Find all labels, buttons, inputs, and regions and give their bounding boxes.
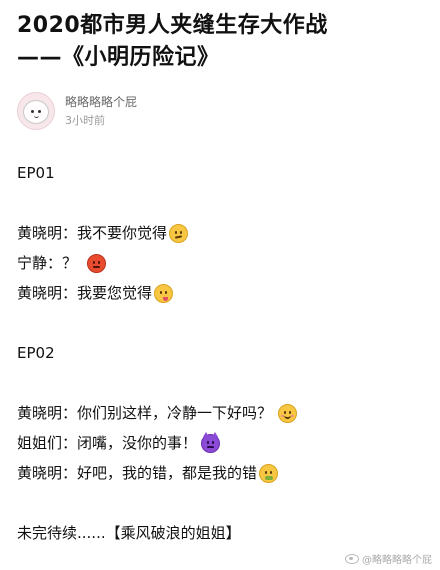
dialogue-line: 黄晓明：你们别这样，冷静一下好吗？	[17, 398, 427, 428]
angry-face-icon	[87, 253, 107, 273]
author-name[interactable]: 略略略略个屁	[65, 93, 137, 110]
episode-heading: EP01	[17, 158, 427, 188]
dialogue-line: 姐姐们：闭嘴，没你的事！	[17, 428, 427, 458]
dialogue-line: 宁静：？	[17, 248, 427, 278]
episode-heading: EP02	[17, 338, 427, 368]
watermark-text: @略略略略个屁	[362, 555, 432, 566]
dialogue-text: 姐姐们：闭嘴，没你的事！	[17, 434, 198, 452]
episode-heading-text: EP02	[17, 344, 55, 362]
watermark: @略略略略个屁	[345, 551, 432, 566]
dialogue-text: 黄晓明：我要您觉得	[17, 284, 153, 302]
dialogue-text: 黄晓明：你们别这样，冷静一下好吗？	[17, 404, 273, 422]
dialogue-text: 黄晓明：我不要你觉得	[17, 224, 168, 242]
weibo-logo-icon	[345, 553, 359, 564]
smiling-blushing-face-icon	[278, 403, 298, 423]
post-ending-text: 未完待续......【乘风破浪的姐姐】	[17, 524, 241, 542]
face-savoring-food-icon	[154, 283, 174, 303]
angry-devil-face-icon	[201, 431, 221, 453]
episode-heading-text: EP01	[17, 164, 55, 182]
dialogue-text: 黄晓明：好吧，我的错，都是我的错	[17, 464, 258, 482]
post-ending: 未完待续......【乘风破浪的姐姐】	[17, 518, 427, 548]
dialogue-line: 黄晓明：我不要你觉得	[17, 218, 427, 248]
dialogue-text: 宁静：？	[17, 254, 78, 272]
post-timestamp: 3小时前	[65, 114, 105, 127]
post-title-line-2: ——《小明历险记》	[17, 45, 220, 70]
post-body: EP01 黄晓明：我不要你觉得 宁静：？ 黄晓明：我要您觉得 EP02 黄晓明：…	[17, 158, 427, 548]
post-title: 2020都市男人夹缝生存大作战 ——《小明历险记》	[17, 10, 427, 74]
avatar[interactable]	[17, 92, 55, 130]
nauseated-face-icon	[259, 463, 279, 483]
confused-face-icon	[169, 223, 189, 243]
post-title-line-1: 2020都市男人夹缝生存大作战	[17, 13, 328, 38]
dialogue-line: 黄晓明：我要您觉得	[17, 278, 427, 308]
author-block[interactable]: 略略略略个屁 3小时前	[17, 92, 317, 130]
cartoon-face-icon	[23, 100, 49, 124]
dialogue-line: 黄晓明：好吧，我的错，都是我的错	[17, 458, 427, 488]
